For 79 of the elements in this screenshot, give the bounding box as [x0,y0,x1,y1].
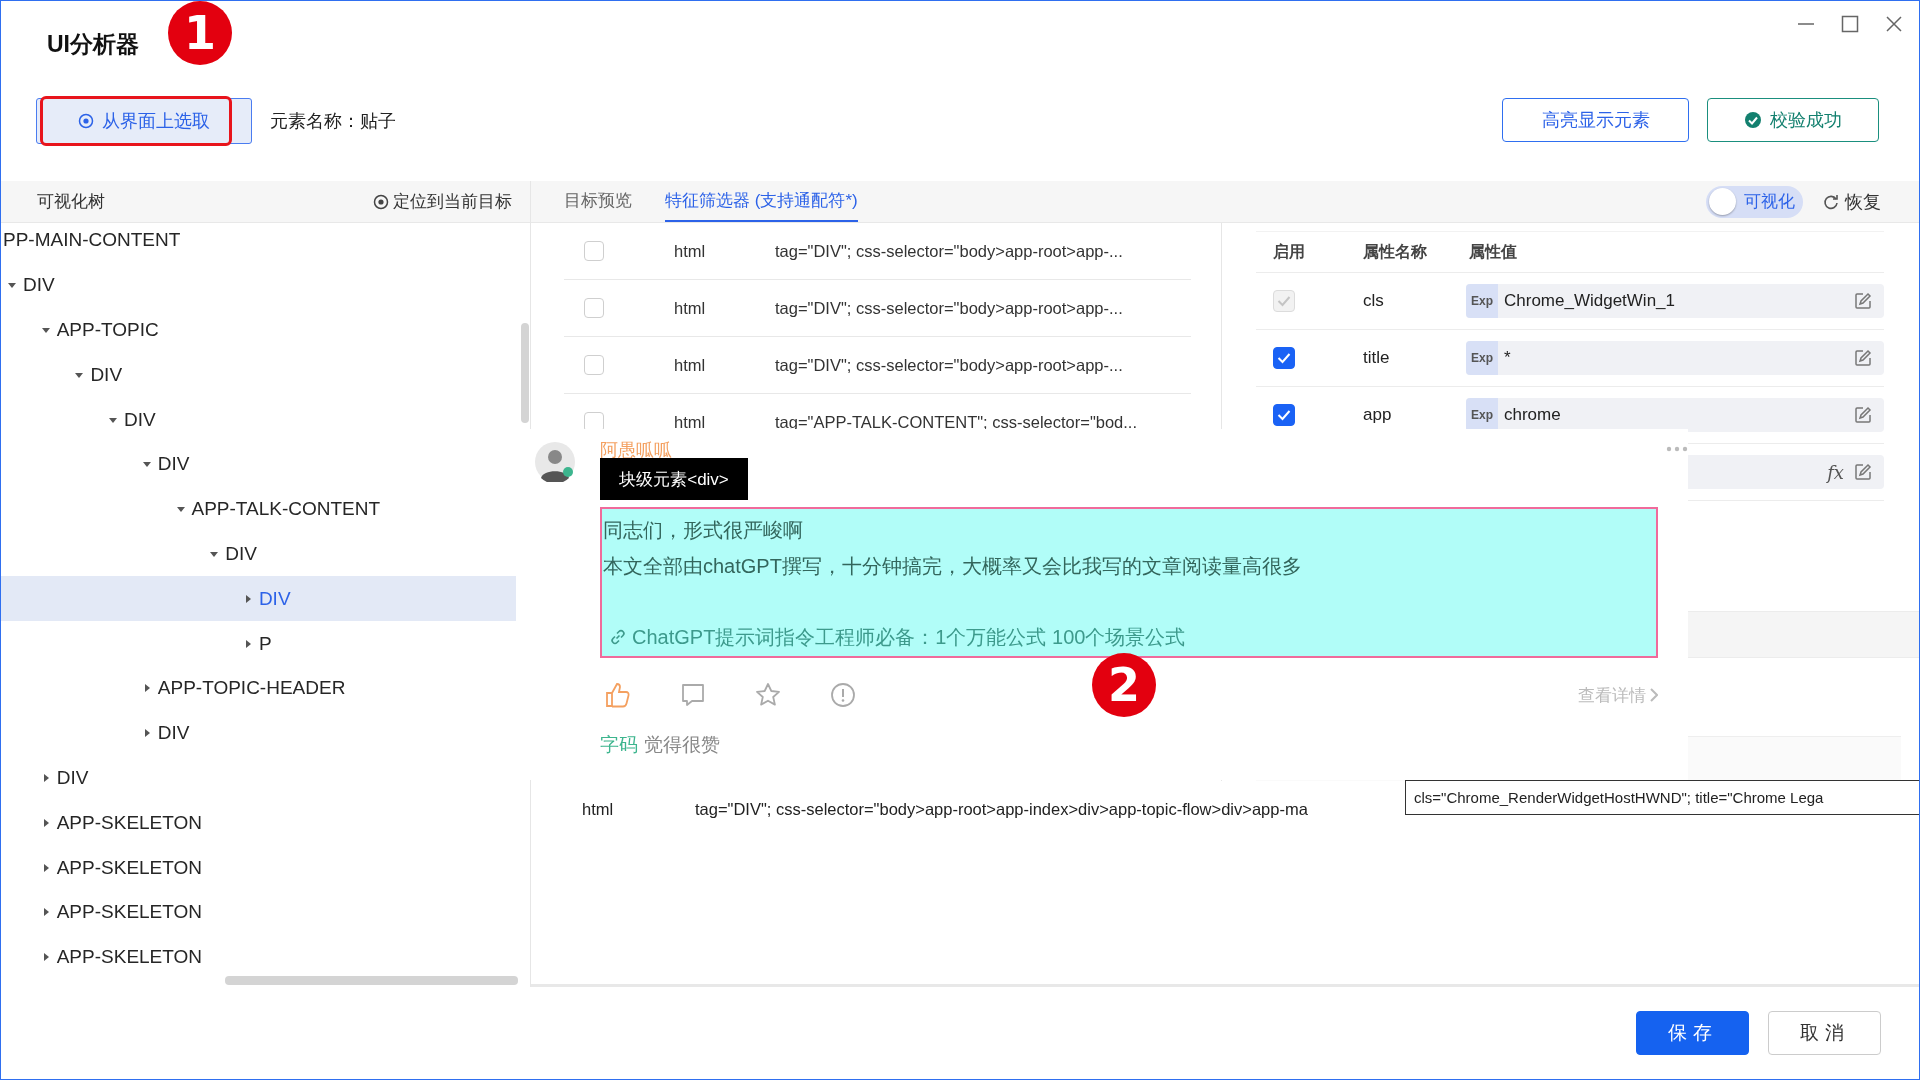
avatar-icon [535,442,575,482]
tree-item[interactable]: APP-SKELETON [1,800,516,846]
link-icon [609,628,627,646]
check-icon [1277,295,1291,307]
expression-tag: Exp [1466,398,1498,432]
table-cell: cls [1363,291,1384,310]
edit-icon [1854,292,1872,310]
value-field[interactable]: Exp * [1466,341,1884,375]
restore-button[interactable]: 恢复 [1823,189,1881,214]
refresh-icon [1823,193,1839,210]
tree-item[interactable]: DIV [1,531,516,577]
tree-item[interactable]: DIV [1,576,516,622]
highlight-button[interactable]: 高亮显示元素 [1502,98,1689,142]
tree-item[interactable]: APP-SKELETON [1,889,516,935]
window-title: UI分析器 [47,29,139,59]
target-icon [373,193,389,210]
visualize-toggle[interactable]: 可视化 [1706,185,1803,218]
tree-item[interactable]: DIV [1,397,516,442]
edit-icon [1854,406,1872,424]
tree-item[interactable]: APP-TALK-CONTENT [1,486,516,532]
check-circle-icon [1744,111,1762,129]
tree-item[interactable]: APP-TOPIC-HEADER [1,665,516,711]
expression-tag: Exp [1466,341,1498,375]
checkbox[interactable] [1273,347,1295,369]
tree-item[interactable]: DIV [1,352,516,398]
post-text: 同志们，形式很严峻啊 [603,518,804,543]
tree-item[interactable]: DIV [1,755,516,801]
check-icon [1277,409,1291,421]
table-cell: title [1363,348,1390,367]
table-cell-text: html [674,355,707,375]
tree-item[interactable]: PP-MAIN-CONTENT [1,218,516,263]
value-field[interactable]: Exp chrome [1466,398,1884,432]
maximize-icon[interactable] [1841,15,1859,33]
formula-icon: fx [1827,461,1844,483]
element-tooltip: 块级元素<div> [600,458,748,500]
table-cell-text: html [582,799,615,819]
target-icon [78,113,94,129]
cancel-button[interactable]: 取消 [1768,1011,1881,1055]
tree-item[interactable]: DIV [1,262,516,308]
tab[interactable]: 特征筛选器 (支持通配符*) [665,181,858,222]
verify-button[interactable]: 校验成功 [1707,98,1879,142]
column-header: 属性名称 [1363,242,1427,260]
callout-marker: 1 [168,1,232,65]
tree-item[interactable]: APP-SKELETON [1,845,516,890]
close-icon[interactable] [1885,15,1903,33]
table-cell: tag="DIV"; css-selector="body>app-root>app-... [775,298,1123,318]
checkbox[interactable] [1273,404,1295,426]
table-cell: tag="DIV"; css-selector="body>app-root>app-... [775,355,1123,375]
table-cell: app [1363,405,1392,424]
save-button[interactable]: 保存 [1636,1011,1749,1055]
table-cell-text: html [674,412,707,432]
post-text: 本文全部由chatGPT撰写，十分钟搞完，大概率又会比我写的文章阅读量高很多 [603,554,1303,579]
check-icon [1277,352,1291,364]
tooltip: cls="Chrome_RenderWidgetHostHWND"; title="Chrome Lega [1405,780,1919,815]
thumbs-up-icon[interactable] [604,681,632,709]
table-cell: tag="APP-TALK-CONTENT"; css-selector="bod... [775,412,1138,432]
table-cell-text: html [674,298,707,318]
tree-item[interactable]: P [1,621,516,666]
expression-tag: Exp [1466,284,1498,318]
tree-item[interactable]: APP-SKELETON [1,934,516,980]
table-cell: tag="DIV"; css-selector="body>app-root>app-index>div>app-topic-flow>div>app-ma [695,799,1308,819]
chevron-right-icon [1650,688,1658,702]
tree-item[interactable]: DIV [1,710,516,756]
locate-target-button[interactable]: 定位到当前目标 [373,190,512,213]
tree-item[interactable]: DIV [1,442,516,487]
caret-down-icon[interactable] [40,325,51,335]
pick-from-screen-button[interactable]: 从界面上选取 [36,98,252,144]
comment-text: 觉得很赞 [644,733,720,757]
column-header: 属性值 [1469,242,1517,260]
comment-user: 字码 [600,733,638,757]
tree-item[interactable]: APP-TOPIC [1,307,516,353]
edit-icon [1854,349,1872,367]
panel-title: 可视化树 [37,191,105,213]
element-name-label: 元素名称：贴子 [270,110,396,133]
column-header: 启用 [1273,241,1305,262]
tab[interactable]: 目标预览 [564,181,632,222]
table-cell: tag="DIV"; css-selector="body>app-root>app-... [775,241,1123,261]
table-cell-text: html [674,241,707,261]
edit-icon [1854,463,1872,481]
